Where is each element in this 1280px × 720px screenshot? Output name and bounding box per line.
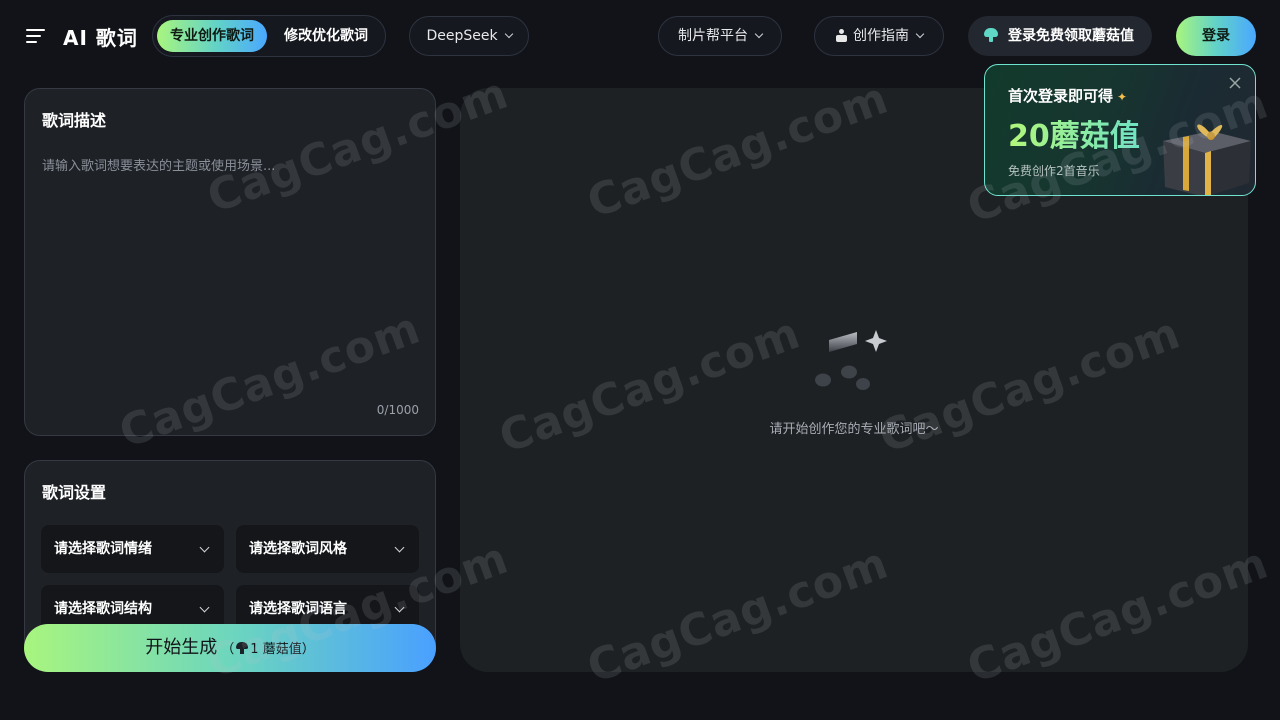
platform-menu-label: 制片帮平台 xyxy=(678,28,748,44)
promo-amount: 20蘑菇值 xyxy=(1008,111,1140,155)
cost-close: ） xyxy=(301,642,315,657)
empty-state-text: 请开始创作您的专业歌词吧～ xyxy=(769,422,939,437)
guide-menu-label: 创作指南 xyxy=(853,28,909,44)
menu-icon[interactable] xyxy=(26,27,46,45)
language-select-label: 请选择歌词语言 xyxy=(249,601,347,617)
chevron-down-icon xyxy=(394,542,405,553)
music-note-icon xyxy=(815,330,887,390)
chevron-down-icon xyxy=(754,29,764,39)
app-root: AI 歌词 专业创作歌词 修改优化歌词 DeepSeek 制片帮平台 创作指南 … xyxy=(0,0,1280,720)
mode-switch: 专业创作歌词 修改优化歌词 xyxy=(152,15,386,57)
first-login-promo[interactable]: 首次登录即可得 ✦ 20蘑菇值 免费创作2首音乐 xyxy=(984,64,1256,196)
lyric-description-title: 歌词描述 xyxy=(42,111,107,130)
generate-button[interactable]: 开始生成（ 1 蘑菇值） xyxy=(24,624,436,672)
char-count: 0/1000 xyxy=(376,403,419,417)
login-button[interactable]: 登录 xyxy=(1176,16,1256,56)
chevron-down-icon xyxy=(199,542,210,553)
free-credits-button[interactable]: 登录免费领取蘑菇值 xyxy=(968,16,1152,56)
cost-value: 1 蘑菇值 xyxy=(250,642,302,657)
model-select[interactable]: DeepSeek xyxy=(409,16,529,56)
lyric-description-input[interactable] xyxy=(42,155,418,385)
chevron-down-icon xyxy=(199,602,210,613)
close-icon[interactable] xyxy=(1227,75,1243,91)
app-title: AI 歌词 xyxy=(63,26,138,50)
lyric-settings-title: 歌词设置 xyxy=(42,483,107,502)
chevron-down-icon xyxy=(915,29,925,39)
mushroom-icon xyxy=(984,28,998,42)
guide-icon xyxy=(835,29,848,42)
platform-menu[interactable]: 制片帮平台 xyxy=(658,16,782,56)
mood-select[interactable]: 请选择歌词情绪 xyxy=(41,525,224,573)
model-select-label: DeepSeek xyxy=(426,28,498,44)
guide-menu[interactable]: 创作指南 xyxy=(814,16,944,56)
promo-title-text: 首次登录即可得 xyxy=(1008,87,1114,105)
chevron-down-icon xyxy=(504,29,513,39)
tab-optimize-lyrics[interactable]: 修改优化歌词 xyxy=(271,20,381,52)
mushroom-icon xyxy=(236,642,249,654)
cost-open: （ xyxy=(221,642,235,657)
style-select[interactable]: 请选择歌词风格 xyxy=(236,525,419,573)
chevron-down-icon xyxy=(394,602,405,613)
structure-select-label: 请选择歌词结构 xyxy=(54,601,152,617)
gift-icon xyxy=(1163,124,1251,195)
generate-cost: （ 1 蘑菇值） xyxy=(221,642,315,657)
free-credits-label: 登录免费领取蘑菇值 xyxy=(1008,28,1134,44)
style-select-label: 请选择歌词风格 xyxy=(249,541,347,557)
promo-subtitle: 免费创作2首音乐 xyxy=(1008,164,1100,178)
lyric-description-card: 歌词描述 0/1000 xyxy=(24,88,436,436)
mood-select-label: 请选择歌词情绪 xyxy=(54,541,152,557)
promo-title: 首次登录即可得 ✦ xyxy=(1008,85,1127,106)
sparkle-icon: ✦ xyxy=(1117,90,1128,104)
generate-label: 开始生成 xyxy=(145,637,218,658)
tab-professional-lyrics[interactable]: 专业创作歌词 xyxy=(157,20,267,52)
